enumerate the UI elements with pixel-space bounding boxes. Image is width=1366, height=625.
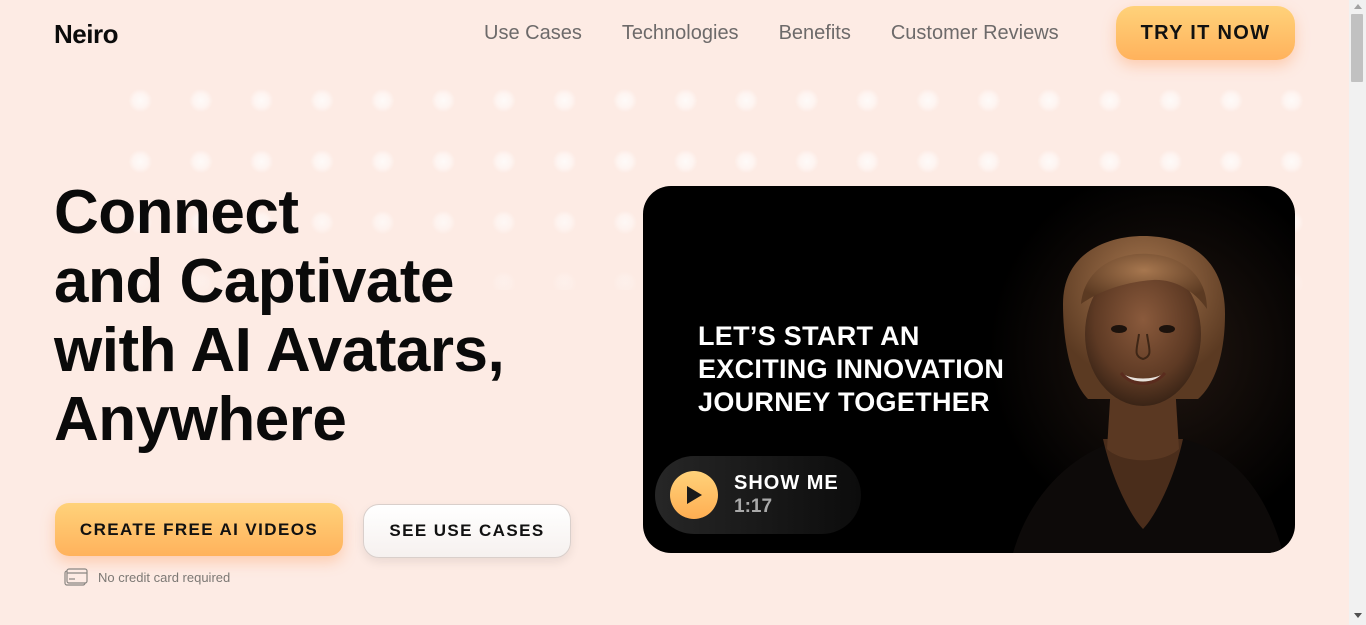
hero-video[interactable]: LET’S START AN EXCITING INNOVATION JOURN…: [643, 186, 1295, 553]
nav-link-use-cases[interactable]: Use Cases: [484, 22, 582, 45]
scroll-thumb[interactable]: [1351, 14, 1363, 82]
page-scrollbar[interactable]: [1349, 0, 1366, 625]
scroll-up-arrow-icon[interactable]: [1354, 4, 1362, 9]
main-nav: Use Cases Technologies Benefits Customer…: [484, 22, 1099, 45]
logo[interactable]: Neiro: [54, 19, 118, 50]
nav-link-benefits[interactable]: Benefits: [779, 22, 851, 45]
no-credit-card-note: No credit card required: [64, 568, 230, 586]
hero-title-line: Anywhere: [54, 385, 347, 454]
note-text: No credit card required: [98, 569, 231, 585]
video-caption-line: JOURNEY TOGETHER: [698, 387, 990, 417]
see-use-cases-button[interactable]: SEE USE CASES: [363, 504, 571, 558]
credit-card-icon: [64, 568, 88, 586]
ai-avatar-image: [1013, 236, 1283, 553]
hero-title-line: Connect: [54, 178, 299, 247]
hero-title-line: and Captivate: [54, 247, 455, 316]
show-me-label: SHOW ME: [734, 472, 839, 494]
video-caption: LET’S START AN EXCITING INNOVATION JOURN…: [698, 320, 1038, 419]
show-me-text: SHOW ME 1:17: [734, 472, 839, 518]
play-triangle-icon: [687, 486, 702, 504]
video-duration: 1:17: [734, 496, 773, 517]
hero-title-line: with AI Avatars,: [54, 316, 505, 385]
create-free-ai-videos-button[interactable]: CREATE FREE AI VIDEOS: [55, 503, 343, 556]
scroll-down-arrow-icon[interactable]: [1354, 613, 1362, 618]
video-caption-line: LET’S START AN: [698, 321, 920, 351]
video-caption-line: EXCITING INNOVATION: [698, 354, 1005, 384]
nav-link-customer-reviews[interactable]: Customer Reviews: [891, 22, 1059, 45]
site-header: Neiro Use Cases Technologies Benefits Cu…: [0, 0, 1350, 66]
nav-link-technologies[interactable]: Technologies: [622, 22, 739, 45]
show-me-play-button[interactable]: SHOW ME 1:17: [655, 456, 861, 534]
try-it-now-button[interactable]: TRY IT NOW: [1116, 6, 1295, 60]
play-icon[interactable]: [670, 471, 718, 519]
hero-title: Connect and Captivate with AI Avatars, A…: [54, 178, 614, 454]
